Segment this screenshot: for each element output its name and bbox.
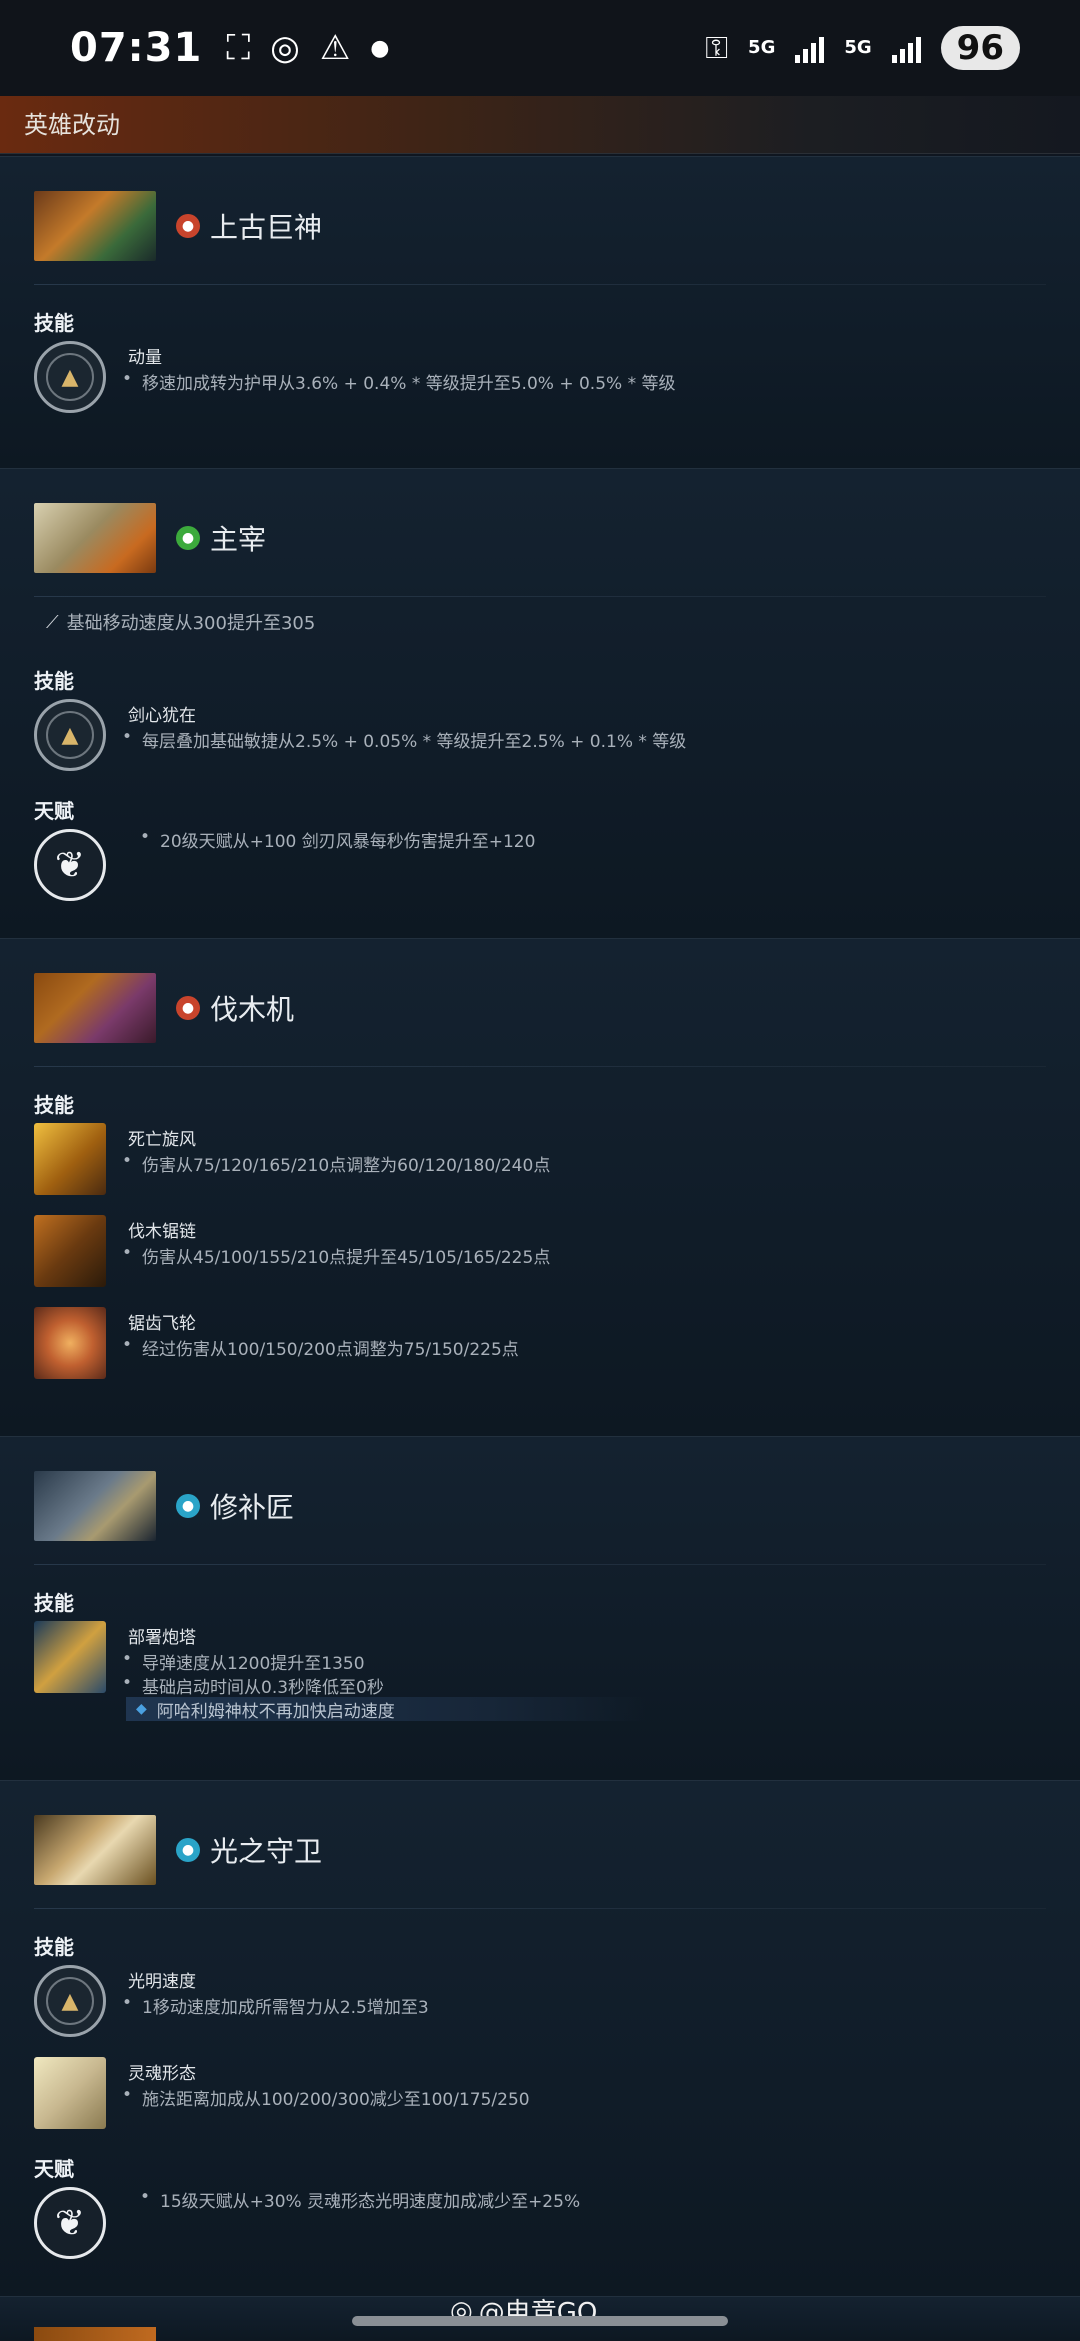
chakram-icon[interactable] <box>34 1307 106 1379</box>
hero-portrait[interactable] <box>34 1471 156 1541</box>
strength-attribute-icon: ● <box>176 214 200 238</box>
ability-note: 移速加成转为护甲从3.6% + 0.4% * 等级提升至5.0% + 0.5% … <box>122 369 676 394</box>
ability-glyph-icon: ▲ <box>46 711 94 759</box>
weibo-icon: ◎ <box>270 28 300 68</box>
hero-card: ● 伐木机 技能 死亡旋风 伤害从75/120/165/210点调整为60/12… <box>0 938 1080 1436</box>
ability-name: 灵魂形态 <box>128 2064 196 2084</box>
skills-label: 技能 <box>34 311 74 335</box>
ability-icon[interactable]: ▲ <box>34 1965 106 2037</box>
ability-note: 伤害从45/100/155/210点提升至45/105/165/225点 <box>122 1243 550 1268</box>
hero-name: 上古巨神 <box>210 211 323 244</box>
divider <box>34 1908 1046 1909</box>
strength-attribute-icon: ● <box>176 996 200 1020</box>
ability-note: 经过伤害从100/150/200点调整为75/150/225点 <box>122 1335 519 1360</box>
ability-note: 每层叠加基础敏捷从2.5% + 0.05% * 等级提升至2.5% + 0.1%… <box>122 727 686 752</box>
aghanim-note-text: 阿哈利姆神杖不再加快启动速度 <box>156 1701 395 1722</box>
ability-name: 部署炮塔 <box>128 1628 196 1648</box>
signal-icon-2 <box>891 33 921 63</box>
network-label-2: 5G <box>844 37 872 58</box>
skills-label: 技能 <box>34 1093 74 1117</box>
section-title: 英雄改动 <box>0 96 1080 154</box>
boot-icon: ⟋ <box>46 611 59 633</box>
hero-name: 伐木机 <box>210 993 295 1026</box>
hero-portrait[interactable] <box>34 191 156 261</box>
network-label-1: 5G <box>748 37 776 58</box>
battery-indicator: 96 <box>940 26 1020 70</box>
ability-icon[interactable]: ▲ <box>34 341 106 413</box>
ability-note: 基础启动时间从0.3秒降低至0秒 <box>122 1673 384 1698</box>
ability-name: 光明速度 <box>128 1972 196 1992</box>
signal-icon-1 <box>795 33 825 63</box>
aghanim-note: ◆ 阿哈利姆神杖不再加快启动速度 <box>126 1697 646 1722</box>
talents-label: 天赋 <box>34 2157 74 2181</box>
divider <box>34 284 1046 285</box>
stat-note-text: 基础移动速度从300提升至305 <box>66 613 316 634</box>
warning-icon: ⚠ <box>319 28 351 68</box>
intelligence-attribute-icon: ● <box>176 1494 200 1518</box>
ability-note: 施法距离加成从100/200/300减少至100/175/250 <box>122 2085 530 2110</box>
timber-chain-icon[interactable] <box>34 1215 106 1287</box>
skills-label: 技能 <box>34 1591 74 1615</box>
talent-note: 20级天赋从+100 剑刃风暴每秒伤害提升至+120 <box>140 827 535 852</box>
ability-note: 伤害从75/120/165/210点调整为60/120/180/240点 <box>122 1151 550 1176</box>
talent-note: 15级天赋从+30% 灵魂形态光明速度加成减少至+25% <box>140 2187 580 2212</box>
home-indicator[interactable] <box>352 2316 728 2326</box>
dot-icon: ● <box>370 35 390 61</box>
hero-card: ● 主宰 ⟋ 基础移动速度从300提升至305 技能 ▲ 剑心犹在 每层叠加基础… <box>0 468 1080 938</box>
ability-name: 动量 <box>128 348 162 368</box>
key-icon: ⚿ <box>705 30 729 66</box>
ability-name: 死亡旋风 <box>128 1130 196 1150</box>
hero-portrait[interactable] <box>34 1815 156 1885</box>
skills-label: 技能 <box>34 669 74 693</box>
agility-attribute-icon: ● <box>176 526 200 550</box>
hero-card: ● 光之守卫 技能 ▲ 光明速度 1移动速度加成所需智力从2.5增加至3 灵魂形… <box>0 1780 1080 2296</box>
spirit-form-icon[interactable] <box>34 2057 106 2129</box>
skills-label: 技能 <box>34 1935 74 1959</box>
divider <box>34 596 1046 597</box>
status-bar: 07:31 ⛶ ◎ ⚠ ● ⚿ 5G 5G 96 <box>0 0 1080 96</box>
hero-card: ● 上古巨神 技能 ▲ 动量 移速加成转为护甲从3.6% + 0.4% * 等级… <box>0 156 1080 468</box>
aghanim-scepter-icon: ◆ <box>136 1701 147 1717</box>
clock: 07:31 <box>70 25 203 71</box>
screenshot-icon: ⛶ <box>226 28 251 68</box>
deploy-turret-icon[interactable] <box>34 1621 106 1693</box>
talent-tree-icon[interactable]: ❦ <box>34 2187 106 2259</box>
ability-icon[interactable]: ▲ <box>34 699 106 771</box>
ability-name: 锯齿飞轮 <box>128 1314 196 1334</box>
divider <box>34 1066 1046 1067</box>
ability-note: 导弹速度从1200提升至1350 <box>122 1649 364 1674</box>
divider <box>34 1564 1046 1565</box>
talent-tree-icon[interactable]: ❦ <box>34 829 106 901</box>
ability-glyph-icon: ▲ <box>46 1977 94 2025</box>
ability-glyph-icon: ▲ <box>46 353 94 401</box>
hero-name: 光之守卫 <box>210 1835 323 1868</box>
hero-portrait[interactable] <box>34 503 156 573</box>
ability-name: 伐木锯链 <box>128 1222 196 1242</box>
hero-name: 修补匠 <box>210 1491 295 1524</box>
whirling-death-icon[interactable] <box>34 1123 106 1195</box>
ability-name: 剑心犹在 <box>128 706 196 726</box>
hero-portrait[interactable] <box>34 973 156 1043</box>
stat-note: ⟋ 基础移动速度从300提升至305 <box>46 609 315 635</box>
hero-card: ● 修补匠 技能 部署炮塔 导弹速度从1200提升至1350 基础启动时间从0.… <box>0 1436 1080 1780</box>
ability-note: 1移动速度加成所需智力从2.5增加至3 <box>122 1993 429 2018</box>
intelligence-attribute-icon: ● <box>176 1838 200 1862</box>
talents-label: 天赋 <box>34 799 74 823</box>
hero-name: 主宰 <box>210 523 267 556</box>
hero-portrait[interactable] <box>34 2327 156 2341</box>
